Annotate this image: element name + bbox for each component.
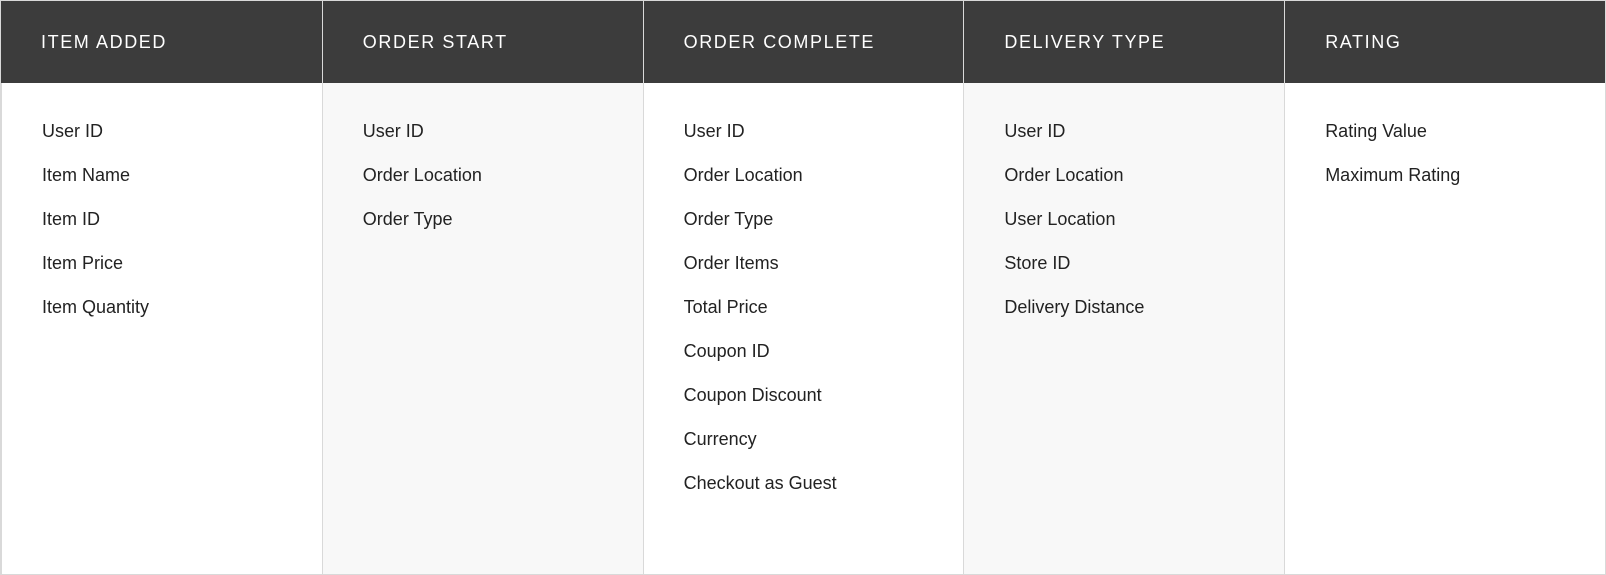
- col-body-delivery-type: User ID Order Location User Location Sto…: [963, 83, 1284, 574]
- list-item: Order Location: [1004, 153, 1244, 197]
- col-header: ITEM ADDED: [1, 1, 322, 83]
- list-item: Item Price: [42, 241, 282, 285]
- col-header-label: ITEM ADDED: [41, 32, 167, 53]
- col-header: DELIVERY TYPE: [963, 1, 1284, 83]
- list-item: User ID: [363, 109, 603, 153]
- list-item: User Location: [1004, 197, 1244, 241]
- event-schema-table: ITEM ADDED ORDER START ORDER COMPLETE DE…: [0, 0, 1606, 575]
- col-header: ORDER COMPLETE: [643, 1, 964, 83]
- col-body-order-complete: User ID Order Location Order Type Order …: [643, 83, 964, 574]
- col-header: ORDER START: [322, 1, 643, 83]
- list-item: Delivery Distance: [1004, 285, 1244, 329]
- col-header-label: ORDER COMPLETE: [684, 32, 875, 53]
- list-item: Order Type: [684, 197, 924, 241]
- list-item: Order Location: [684, 153, 924, 197]
- list-item: User ID: [1004, 109, 1244, 153]
- col-header: RATING: [1284, 1, 1605, 83]
- col-header-label: ORDER START: [363, 32, 508, 53]
- list-item: Order Type: [363, 197, 603, 241]
- list-item: Checkout as Guest: [684, 461, 924, 505]
- col-body-rating: Rating Value Maximum Rating: [1284, 83, 1605, 574]
- list-item: Rating Value: [1325, 109, 1565, 153]
- list-item: Item Quantity: [42, 285, 282, 329]
- list-item: Store ID: [1004, 241, 1244, 285]
- list-item: Currency: [684, 417, 924, 461]
- col-body-order-start: User ID Order Location Order Type: [322, 83, 643, 574]
- list-item: Maximum Rating: [1325, 153, 1565, 197]
- grid: ITEM ADDED ORDER START ORDER COMPLETE DE…: [1, 1, 1605, 574]
- list-item: Order Location: [363, 153, 603, 197]
- list-item: Item Name: [42, 153, 282, 197]
- list-item: Order Items: [684, 241, 924, 285]
- list-item: Item ID: [42, 197, 282, 241]
- list-item: User ID: [684, 109, 924, 153]
- list-item: Total Price: [684, 285, 924, 329]
- col-header-label: DELIVERY TYPE: [1004, 32, 1165, 53]
- list-item: Coupon Discount: [684, 373, 924, 417]
- list-item: User ID: [42, 109, 282, 153]
- col-body-item-added: User ID Item Name Item ID Item Price Ite…: [1, 83, 322, 574]
- col-header-label: RATING: [1325, 32, 1401, 53]
- list-item: Coupon ID: [684, 329, 924, 373]
